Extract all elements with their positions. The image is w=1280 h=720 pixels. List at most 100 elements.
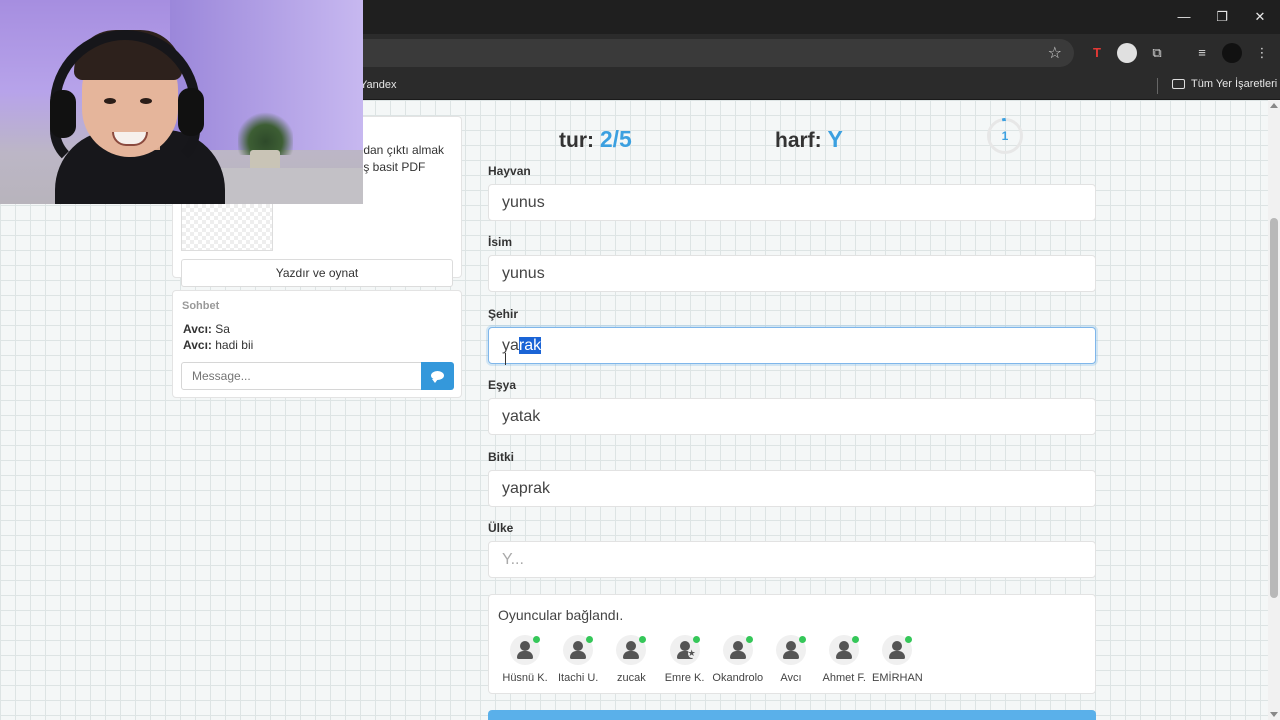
address-bar[interactable]: ☆ [330,39,1074,67]
field-label-ulke: Ülke [488,521,514,535]
user-icon: ★ [669,635,700,665]
field-input-sehir[interactable]: yarak [488,327,1096,364]
print-and-play-button[interactable]: Yazdır ve oynat [181,259,453,287]
player-item: EMİRHAN [867,635,927,684]
submit-button[interactable] [488,710,1096,720]
online-status-icon [639,636,647,643]
chat-send-button[interactable] [421,362,454,390]
headphone-cup-left [50,90,76,138]
bookmark-yandex[interactable]: Yandex [360,79,397,91]
all-bookmarks-label: Tüm Yer İşaretleri [1191,78,1278,90]
player-name: Itachi U. [558,672,599,684]
chat-message-text: Sa [215,322,230,336]
streamer-eye-left [104,98,116,104]
user-icon [776,635,806,665]
field-label-isim: İsim [488,235,513,249]
extensions-puzzle-icon[interactable]: ⧉ [1147,43,1167,63]
player-name: Okandrolo [712,672,764,684]
online-status-icon [852,636,860,643]
text-cursor-icon [505,353,506,365]
player-item: Hüsnü K. [495,635,555,684]
field-input-ulke[interactable]: Y... [488,541,1096,578]
extension-translate-icon[interactable]: T [1087,43,1107,63]
round-indicator: tur: 2/5 [559,126,632,153]
restore-icon[interactable]: ❐ [1210,6,1234,28]
chat-message-author: Avcı: [183,322,212,336]
field-label-sehir: Şehir [488,307,519,321]
browser-menu-icon[interactable]: ⋮ [1252,43,1272,63]
player-name: EMİRHAN [872,672,923,684]
bookmarks-divider [1157,78,1158,94]
folder-icon [1172,79,1185,89]
scroll-thumb[interactable] [1270,218,1278,598]
field-input-bitki[interactable]: yaprak [488,470,1096,507]
player-name: zucak [617,672,646,684]
players-status: Oyuncular bağlandı. [498,607,624,623]
field-text-unselected: ya [502,337,519,354]
countdown-timer: 1 [987,118,1023,154]
player-name: Ahmet F. [822,672,866,684]
chat-message-text: hadi bii [215,338,254,352]
letter-indicator: harf: Y [775,126,843,153]
chat-title: Sohbet [182,300,220,312]
field-input-isim[interactable]: yunus [488,255,1096,292]
minimize-icon[interactable]: — [1172,6,1196,28]
online-status-icon [905,636,913,643]
letter-value: Y [827,126,843,152]
chat-message-author: Avcı: [183,338,212,352]
bookmark-star-icon[interactable]: ☆ [1048,43,1062,63]
online-status-icon [533,636,540,643]
user-icon [722,635,753,665]
online-status-icon [799,636,806,643]
online-status-icon [692,636,700,643]
timer-value: 1 [1001,129,1009,143]
chat-message-input[interactable] [181,362,422,390]
field-text-selected: rak [518,337,542,354]
player-name: Avcı [780,672,802,684]
shelf-image [210,168,363,204]
field-label-bitki: Bitki [488,450,515,464]
player-name: Hüsnü K. [502,672,548,684]
chat-panel: Sohbet Avcı: Sa Avcı: hadi bii [172,290,462,398]
all-bookmarks-button[interactable]: Tüm Yer İşaretleri [1172,78,1277,90]
scroll-up-icon[interactable] [1270,103,1278,108]
round-label: tur: [559,129,594,152]
close-icon[interactable]: ✕ [1248,6,1272,28]
field-input-esya[interactable]: yatak [488,398,1096,435]
player-item: Itachi U. [548,635,608,684]
online-status-icon [745,636,753,643]
round-value: 2/5 [599,126,632,152]
snippet-line: ıdan çıktı almak [360,143,445,157]
letter-label: harf: [775,129,822,152]
page-scrollbar[interactable] [1268,100,1280,720]
players-panel: Oyuncular bağlandı. Hüsnü K. Itachi U. zuc… [488,594,1096,694]
pdf-preview-image [181,203,273,251]
player-item: Avcı [761,635,821,684]
extension-avatar-icon[interactable] [1117,43,1137,63]
player-item: ★ Emre K. [655,635,715,684]
user-icon [510,635,540,665]
player-name: Emre K. [664,672,705,684]
profile-avatar-icon[interactable] [1222,43,1242,63]
plant-image [238,110,293,155]
field-label-hayvan: Hayvan [488,164,531,178]
user-icon [563,635,594,665]
host-badge-icon: ★ [687,648,696,658]
scroll-down-icon[interactable] [1270,712,1278,717]
player-item: Ahmet F. [814,635,874,684]
chat-message: Avcı: hadi bii [183,338,253,352]
player-item: Okandrolo [708,635,768,684]
headphone-cup-right [178,88,204,136]
field-input-hayvan[interactable]: yunus [488,184,1096,221]
online-status-icon [586,636,594,643]
comment-icon [431,371,444,383]
webcam-overlay [0,0,363,204]
user-icon [882,635,913,665]
user-icon [829,635,860,665]
streamer-eye-right [140,98,152,104]
media-control-icon[interactable]: ≡ [1192,43,1212,63]
chat-message: Avcı: Sa [183,322,230,336]
field-label-esya: Eşya [488,378,517,392]
player-item: zucak [601,635,661,684]
snippet-line: ış basit PDF [360,160,426,174]
